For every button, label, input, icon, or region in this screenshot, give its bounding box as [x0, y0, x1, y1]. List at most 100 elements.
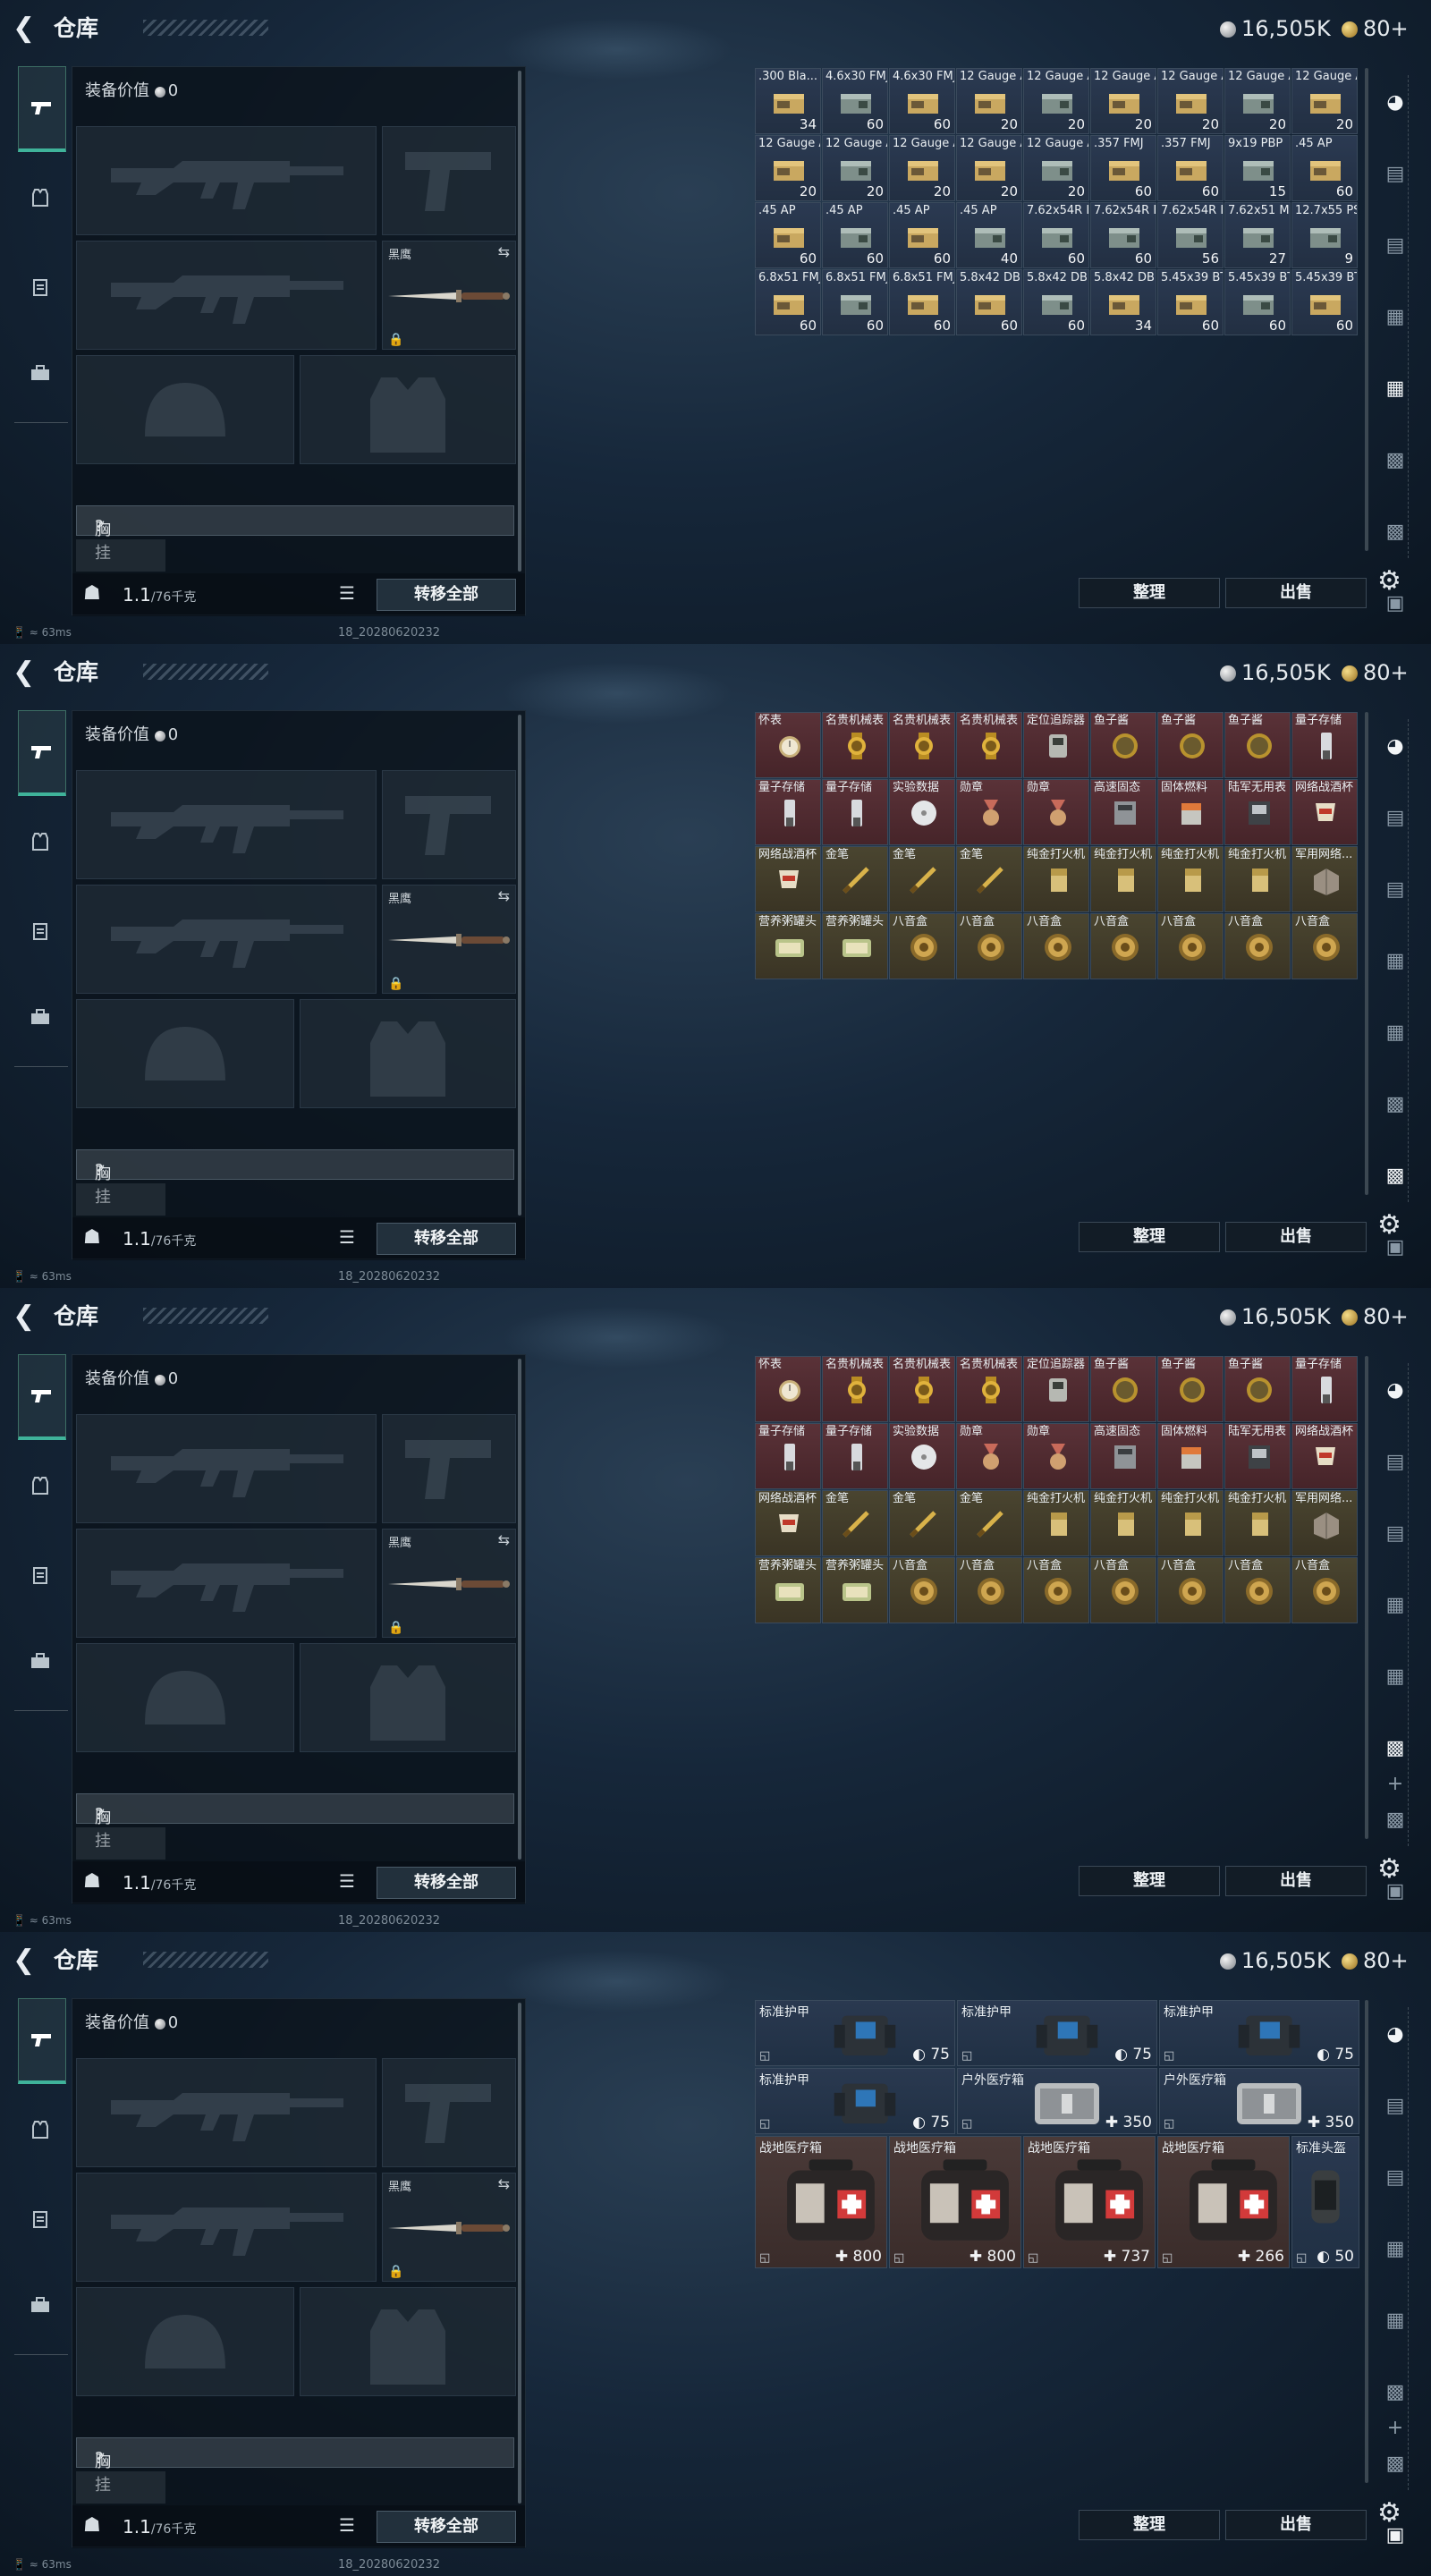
secondary-weapon-slot[interactable]	[76, 2173, 377, 2282]
inventory-item[interactable]: 陆军无用表	[1224, 779, 1291, 845]
inventory-item[interactable]: 名贵机械表	[822, 712, 888, 778]
sidebar-item-backpack[interactable]	[20, 2284, 61, 2326]
inventory-item[interactable]: 12 Gauge AP-20 20	[822, 135, 888, 201]
inventory-item[interactable]: 标准头盔 ◱ ◐ 50	[1291, 2136, 1359, 2268]
chest-rig-slot[interactable]: 胸挂 ?	[76, 2437, 514, 2495]
inventory-item[interactable]: 固体燃料	[1157, 1423, 1224, 1489]
inventory-item[interactable]: .357 FMJ 60	[1157, 135, 1224, 201]
sidebar-item-rig[interactable]	[20, 1555, 61, 1596]
primary-weapon-slot[interactable]	[76, 126, 377, 235]
sidearm-slot[interactable]	[382, 2058, 516, 2167]
storage-6-icon[interactable]: ▩	[1376, 1801, 1415, 1837]
inventory-item[interactable]: 军用网络...	[1291, 1490, 1358, 1556]
inventory-item[interactable]: 6.8x51 FMJ 60	[755, 269, 821, 335]
inventory-item[interactable]: 12 Gauge AP-20 20	[1157, 68, 1224, 134]
inventory-item[interactable]: 6.8x51 FMJ 60	[889, 269, 955, 335]
swap-icon[interactable]: ⇆	[498, 2175, 510, 2192]
inventory-item[interactable]: 12 Gauge AP-20 20	[1023, 68, 1089, 134]
inventory-item[interactable]: 5.45x39 BT 60	[1291, 269, 1358, 335]
list-icon[interactable]: ☰	[339, 1226, 355, 1248]
inventory-item[interactable]: 战地医疗箱 ◱ ✚ 737	[1023, 2136, 1156, 2268]
transfer-all-button[interactable]: 转移全部	[377, 579, 516, 611]
melee-slot[interactable]: 黑鹰 ⇆ 🔒	[382, 1529, 516, 1638]
inventory-item[interactable]: 勋章	[1023, 1423, 1089, 1489]
inventory-item[interactable]: 5.45x39 BT 60	[1157, 269, 1224, 335]
inventory-item[interactable]: 勋章	[956, 1423, 1022, 1489]
sidebar-item-armor[interactable]	[20, 1465, 61, 1506]
body-armor-slot[interactable]	[300, 999, 516, 1108]
inventory-item[interactable]: 八音盒	[1224, 913, 1291, 979]
inventory-item[interactable]: 4.6x30 FMJ SX 60	[889, 68, 955, 134]
inventory-item[interactable]: 金笔	[889, 846, 955, 912]
storage-6-icon[interactable]: ▩	[1376, 1157, 1415, 1193]
inventory-item[interactable]: 12 Gauge AP-20 20	[956, 68, 1022, 134]
inventory-item[interactable]: 营养粥罐头	[822, 1557, 888, 1623]
swap-icon[interactable]: ⇆	[498, 887, 510, 904]
scrollbar[interactable]	[518, 71, 521, 572]
storage-3-icon[interactable]: ▦	[1376, 1587, 1415, 1623]
sell-button[interactable]: 出售	[1225, 1222, 1367, 1252]
inventory-item[interactable]: 八音盒	[1157, 1557, 1224, 1623]
sidearm-slot[interactable]	[382, 126, 516, 235]
helmet-slot[interactable]	[76, 1643, 294, 1752]
storage-5-icon[interactable]: ▩	[1376, 2374, 1415, 2410]
inventory-item[interactable]: 纯金打火机	[1224, 1490, 1291, 1556]
inventory-scrollbar[interactable]	[1365, 68, 1368, 551]
swap-icon[interactable]: ⇆	[498, 1531, 510, 1548]
inventory-item[interactable]: 八音盒	[1291, 1557, 1358, 1623]
sidebar-item-rig[interactable]	[20, 267, 61, 308]
sidebar-item-armor[interactable]	[20, 821, 61, 862]
helmet-tab-icon[interactable]: ◕	[1376, 84, 1415, 120]
storage-3-icon[interactable]: ▦	[1376, 299, 1415, 335]
inventory-item[interactable]: 鱼子酱	[1090, 1356, 1156, 1422]
inventory-item[interactable]: 怀表	[755, 712, 821, 778]
inventory-item[interactable]: 12 Gauge AP-20 20	[1023, 135, 1089, 201]
inventory-item[interactable]: 金笔	[822, 1490, 888, 1556]
inventory-item[interactable]: 5.8x42 DBP10 60	[1023, 269, 1089, 335]
back-chevron-icon[interactable]: ❮	[13, 1945, 35, 1977]
gear-icon[interactable]: ⚙	[1377, 1209, 1401, 1241]
premium-currency-display[interactable]: 80+	[1342, 1302, 1409, 1331]
list-icon[interactable]: ☰	[339, 2514, 355, 2536]
sidebar-item-backpack[interactable]	[20, 352, 61, 394]
inventory-item[interactable]: 名贵机械表	[956, 712, 1022, 778]
storage-3-icon[interactable]: ▦	[1376, 943, 1415, 979]
inventory-item[interactable]: 12 Gauge AP-20 20	[956, 135, 1022, 201]
inventory-item[interactable]: 网络战酒杯	[755, 846, 821, 912]
inventory-item[interactable]: 鱼子酱	[1224, 712, 1291, 778]
inventory-item[interactable]: 12.7x55 PS12 9	[1291, 202, 1358, 268]
inventory-item[interactable]: 怀表	[755, 1356, 821, 1422]
inventory-item[interactable]: 7.62x54R LPS 60	[1023, 202, 1089, 268]
inventory-item[interactable]: 定位追踪器	[1023, 712, 1089, 778]
sort-button[interactable]: 整理	[1079, 2510, 1220, 2540]
transfer-all-button[interactable]: 转移全部	[377, 1867, 516, 1899]
premium-currency-display[interactable]: 80+	[1342, 658, 1409, 687]
inventory-scrollbar[interactable]	[1365, 2000, 1368, 2483]
gear-icon[interactable]: ⚙	[1377, 1853, 1401, 1885]
body-armor-slot[interactable]	[300, 1643, 516, 1752]
inventory-item[interactable]: 量子存储	[822, 779, 888, 845]
inventory-item[interactable]: 纯金打火机	[1090, 1490, 1156, 1556]
storage-1-icon[interactable]: ▤	[1376, 1444, 1415, 1479]
inventory-item[interactable]: 军用网络...	[1291, 846, 1358, 912]
premium-currency-display[interactable]: 80+	[1342, 1946, 1409, 1975]
inventory-item[interactable]: 纯金打火机	[1023, 1490, 1089, 1556]
inventory-item[interactable]: 八音盒	[956, 913, 1022, 979]
storage-5-icon[interactable]: ▩	[1376, 1730, 1415, 1766]
inventory-item[interactable]: .45 AP 60	[889, 202, 955, 268]
sort-button[interactable]: 整理	[1079, 1222, 1220, 1252]
inventory-item[interactable]: 12 Gauge AP-20 20	[1224, 68, 1291, 134]
list-icon[interactable]: ☰	[339, 582, 355, 604]
sidearm-slot[interactable]	[382, 1414, 516, 1523]
storage-4-icon[interactable]: ▦	[1376, 2302, 1415, 2338]
sidebar-item-rig[interactable]	[20, 2199, 61, 2240]
inventory-item[interactable]: 八音盒	[1023, 1557, 1089, 1623]
storage-6-icon[interactable]: ▩	[1376, 513, 1415, 549]
inventory-item[interactable]: 标准护甲 ◱ ◐ 75	[755, 2000, 955, 2066]
helmet-slot[interactable]	[76, 355, 294, 464]
inventory-item[interactable]: 7.62x54R LPS 56	[1157, 202, 1224, 268]
storage-1-icon[interactable]: ▤	[1376, 800, 1415, 835]
helmet-slot[interactable]	[76, 2287, 294, 2396]
sidebar-item-weapons[interactable]	[18, 710, 66, 796]
inventory-item[interactable]: 金笔	[822, 846, 888, 912]
